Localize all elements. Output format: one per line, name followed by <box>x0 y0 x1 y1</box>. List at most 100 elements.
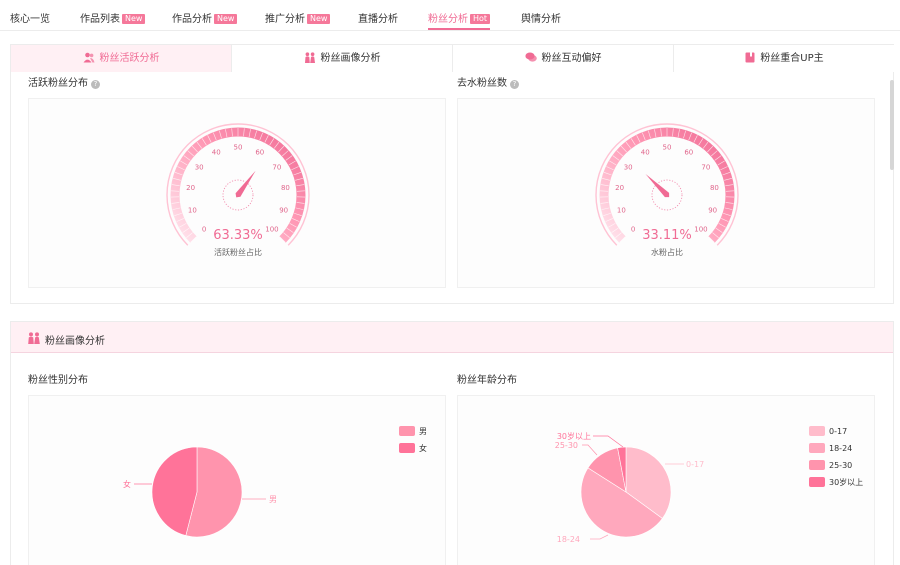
legend-item[interactable]: 18-24 <box>809 443 863 460</box>
fan-analysis-panel: 粉丝活跃分析 粉丝画像分析 粉丝互动偏好 粉丝重合UP主 活跃粉丝分布? 去水粉丝数?… <box>10 44 895 304</box>
pie-label-line <box>582 444 598 456</box>
clean-fans-gauge: 0 10 20 30 40 50 60 70 80 90 100 33.11% 水粉占比 <box>458 99 876 289</box>
nav-item-label: 舆情分析 <box>521 14 561 25</box>
nav-badge: New <box>307 14 331 24</box>
tab-0[interactable]: 粉丝活跃分析 <box>11 45 232 72</box>
gauge-tick-label: 70 <box>701 163 710 171</box>
gauge-svg: 0102030405060708090100 <box>595 123 739 246</box>
legend-label: 25-30 <box>829 461 853 470</box>
pie-slice-label: 30岁以上 <box>557 431 591 441</box>
pie-slice-label: 男 <box>269 495 277 504</box>
tab-2[interactable]: 粉丝互动偏好 <box>453 45 674 72</box>
nav-item-1[interactable]: 作品列表 New <box>80 10 146 30</box>
gauge-tick-label: 60 <box>684 149 693 157</box>
pie-slice-label: 18-24 <box>557 535 580 544</box>
nav-item-0[interactable]: 核心一览 <box>10 10 50 30</box>
gauge-tick-label: 40 <box>641 149 650 157</box>
pie-slice-label: 0-17 <box>686 460 704 469</box>
tab-label: 粉丝画像分析 <box>320 53 381 64</box>
clean-fans-gauge-card: 0 10 20 30 40 50 60 70 80 90 100 33.11% 水粉占比 <box>457 98 875 288</box>
tab-bar: 粉丝活跃分析 粉丝画像分析 粉丝互动偏好 粉丝重合UP主 <box>11 45 895 72</box>
gauge-tick-label: 30 <box>624 163 633 171</box>
nav-item-label: 作品列表 <box>80 14 120 25</box>
nav-item-3[interactable]: 推广分析 New <box>265 10 331 30</box>
legend-item[interactable]: 30岁以上 <box>809 477 863 494</box>
gender-chart-card: 男女 男女 <box>28 395 446 565</box>
gauge-pointer <box>645 174 670 198</box>
gender-legend: 男女 <box>399 426 427 460</box>
nav-badge: New <box>122 14 146 24</box>
gauge-tick-label: 80 <box>281 184 290 192</box>
active-fans-gauge-card: 0 10 20 30 40 50 60 70 80 90 100 63.33% 活跃粉丝占比 <box>28 98 446 288</box>
gauge-tick-label: 40 <box>212 149 221 157</box>
legend-swatch <box>809 460 825 470</box>
legend-swatch <box>809 443 825 453</box>
gauge-value: 63.33% <box>213 228 263 243</box>
pie-slice-label: 女 <box>123 479 131 489</box>
active-fans-title: 活跃粉丝分布? <box>28 74 100 89</box>
pie-slice-label: 25-30 <box>555 441 578 450</box>
age-title: 粉丝年龄分布 <box>457 375 517 386</box>
legend-swatch <box>809 426 825 436</box>
users-icon <box>83 47 95 74</box>
gauge-tick-label: 30 <box>195 163 204 171</box>
gauge-label: 水粉占比 <box>651 248 683 257</box>
gauge-tick-label: 20 <box>186 184 195 192</box>
nav-item-label: 推广分析 <box>265 14 305 25</box>
legend-swatch <box>399 443 415 453</box>
nav-item-4[interactable]: 直播分析 <box>358 10 398 30</box>
gauge-tick-label: 60 <box>255 149 264 157</box>
nav-item-label: 核心一览 <box>10 14 50 25</box>
age-legend: 0-17 18-24 25-30 30岁以上 <box>809 426 863 494</box>
nav-item-6[interactable]: 舆情分析 <box>521 10 561 30</box>
help-icon[interactable]: ? <box>91 80 100 89</box>
nav-item-label: 作品分析 <box>172 14 212 25</box>
age-chart-card: 0-17 18-24 25-30 30岁以上 0-17 18-24 25-30 30岁以上 <box>457 395 875 565</box>
nav-item-label: 粉丝分析 <box>428 14 468 25</box>
gauge-label: 活跃粉丝占比 <box>214 248 262 257</box>
legend-label: 30岁以上 <box>829 478 864 487</box>
tab-1[interactable]: 粉丝画像分析 <box>232 45 453 72</box>
legend-label: 18-24 <box>829 444 853 453</box>
tab-label: 粉丝活跃分析 <box>99 53 160 64</box>
nav-badge: Hot <box>470 14 491 24</box>
pie-label-line <box>590 534 609 540</box>
gauge-tick-label: 70 <box>272 163 281 171</box>
book-icon <box>745 47 755 74</box>
nav-item-label: 直播分析 <box>358 14 398 25</box>
pie-label-line <box>593 435 624 448</box>
scrollbar[interactable] <box>890 80 894 170</box>
active-fans-gauge: 0 10 20 30 40 50 60 70 80 90 100 63.33% 活跃粉丝占比 <box>29 99 447 289</box>
nav-item-2[interactable]: 作品分析 New <box>172 10 238 30</box>
gauge-tick-label: 10 <box>188 206 197 214</box>
gauge-pointer <box>235 170 256 198</box>
legend-item[interactable]: 0-17 <box>809 426 863 443</box>
legend-item[interactable]: 25-30 <box>809 460 863 477</box>
couple-icon <box>27 332 41 347</box>
tab-label: 粉丝重合UP主 <box>760 53 824 64</box>
legend-label: 女 <box>419 444 427 453</box>
gauge-svg: 0102030405060708090100 <box>166 123 310 246</box>
couple-icon <box>304 47 316 74</box>
tab-3[interactable]: 粉丝重合UP主 <box>674 45 895 72</box>
legend-label: 0-17 <box>829 427 848 436</box>
gender-pie-chart: 男女 <box>123 446 277 538</box>
gauge-tick-label: 90 <box>708 206 717 214</box>
gauge-value: 33.11% <box>642 228 692 243</box>
gender-title: 粉丝性别分布 <box>28 375 88 386</box>
legend-swatch <box>809 477 825 487</box>
legend-item[interactable]: 男 <box>399 426 427 443</box>
nav-badge: New <box>214 14 238 24</box>
gauge-tick-label: 90 <box>279 206 288 214</box>
gauge-tick-label: 50 <box>234 144 243 152</box>
nav-item-5[interactable]: 粉丝分析 Hot <box>428 10 491 30</box>
tab-label: 粉丝互动偏好 <box>541 53 602 64</box>
gauge-tick-label: 20 <box>615 184 624 192</box>
chat-icon <box>524 47 537 74</box>
legend-swatch <box>399 426 415 436</box>
legend-item[interactable]: 女 <box>399 443 427 460</box>
portrait-panel: 粉丝画像分析 粉丝性别分布 粉丝年龄分布 男女 男女 0-17 18-24 25-3… <box>10 321 894 565</box>
help-icon[interactable]: ? <box>510 80 519 89</box>
portrait-header-title: 粉丝画像分析 <box>45 336 105 347</box>
clean-fans-title: 去水粉丝数? <box>457 74 519 89</box>
